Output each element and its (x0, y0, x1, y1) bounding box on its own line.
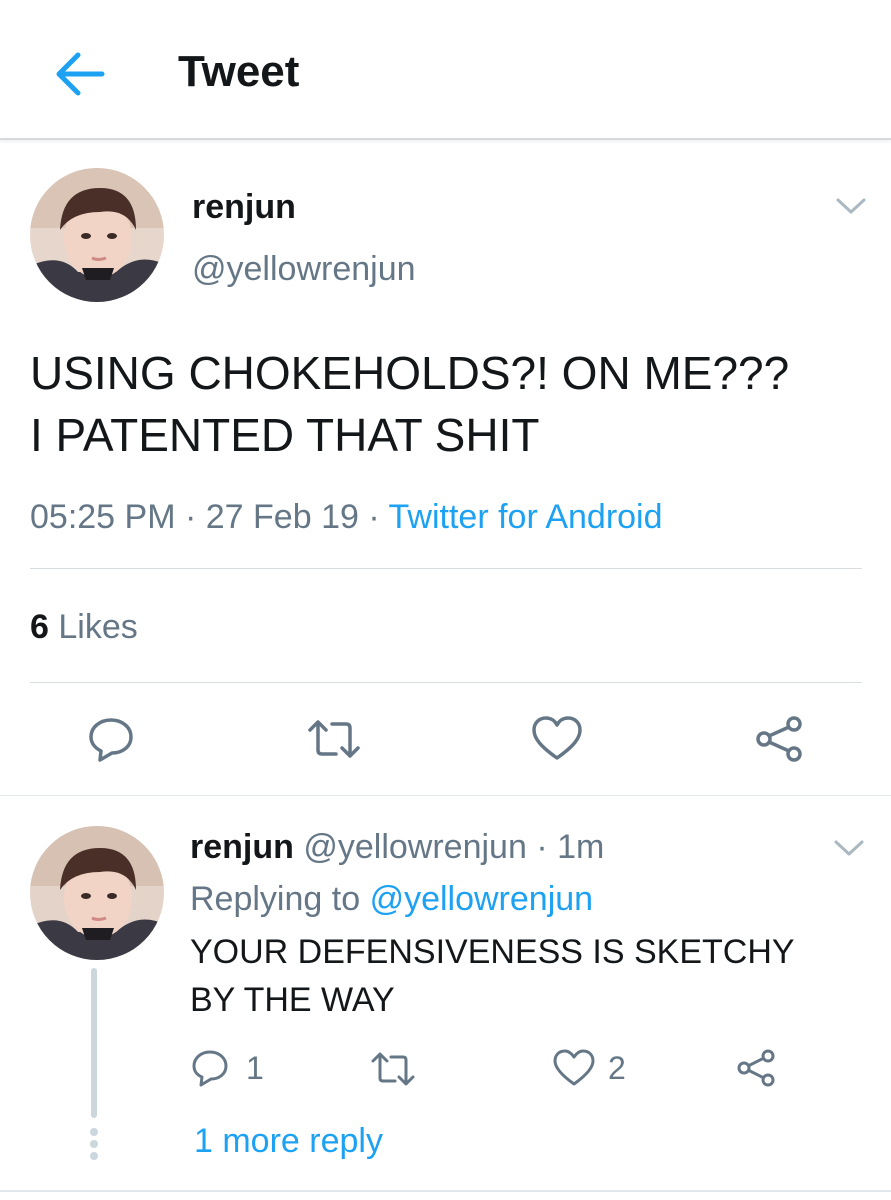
reply-text-line: YOUR DEFENSIVENESS IS SKETCHY (190, 933, 795, 971)
replying-to-handle[interactable]: @yellowrenjun (370, 880, 594, 918)
like-count: 2 (608, 1050, 626, 1086)
retweet-icon[interactable] (370, 1050, 416, 1088)
share-icon[interactable] (754, 714, 804, 764)
tweet-date: 27 Feb 19 (205, 498, 359, 536)
meta-separator: · (368, 498, 380, 536)
back-arrow-icon[interactable] (50, 44, 110, 104)
likes-stat[interactable]: 6 Likes (30, 606, 138, 648)
likes-label: Likes (58, 608, 138, 646)
thread-dots (90, 1128, 98, 1160)
tweet-meta: 05:25 PM · 27 Feb 19 · Twitter for Andro… (30, 496, 663, 538)
replying-prefix: Replying to (190, 880, 361, 918)
meta-separator: · (536, 828, 548, 866)
likes-count: 6 (30, 608, 49, 646)
like-icon[interactable] (552, 1048, 596, 1088)
replying-to: Replying to @yellowrenjun (190, 878, 593, 920)
reply-header: renjun @yellowrenjun · 1m (190, 826, 604, 868)
meta-separator: · (184, 498, 197, 536)
reply-count: 1 (246, 1050, 264, 1086)
author-name[interactable]: renjun (192, 186, 296, 228)
chevron-down-icon[interactable] (834, 196, 868, 216)
divider (0, 1190, 891, 1192)
divider (30, 682, 862, 683)
reply-text-line: BY THE WAY (190, 981, 395, 1019)
tweet-source-link[interactable]: Twitter for Android (389, 498, 663, 536)
tweet-time: 05:25 PM (30, 498, 176, 536)
author-handle[interactable]: @yellowrenjun (192, 248, 416, 290)
divider (0, 795, 891, 796)
reply-icon[interactable] (190, 1048, 230, 1088)
reply-icon[interactable] (86, 714, 136, 764)
more-replies-link[interactable]: 1 more reply (194, 1120, 383, 1162)
avatar[interactable] (30, 826, 164, 960)
thread-line (91, 968, 97, 1118)
top-app-bar (0, 0, 891, 140)
like-icon[interactable] (530, 714, 584, 764)
share-icon[interactable] (736, 1048, 776, 1088)
tweet-text-line: USING CHOKEHOLDS?! ON ME??? (30, 347, 790, 399)
reply-author-name[interactable]: renjun (190, 828, 294, 866)
reply-author-handle[interactable]: @yellowrenjun (303, 828, 527, 866)
divider (30, 568, 862, 569)
chevron-down-icon[interactable] (832, 838, 866, 858)
tweet-text: USING CHOKEHOLDS?! ON ME??? I PATENTED T… (30, 342, 789, 466)
reply-age: 1m (557, 828, 605, 866)
retweet-icon[interactable] (306, 716, 362, 762)
tweet-text-line: I PATENTED THAT SHIT (30, 409, 540, 461)
avatar[interactable] (30, 168, 164, 302)
reply-text: YOUR DEFENSIVENESS IS SKETCHY BY THE WAY (190, 928, 795, 1024)
page-title: Tweet (178, 47, 300, 96)
